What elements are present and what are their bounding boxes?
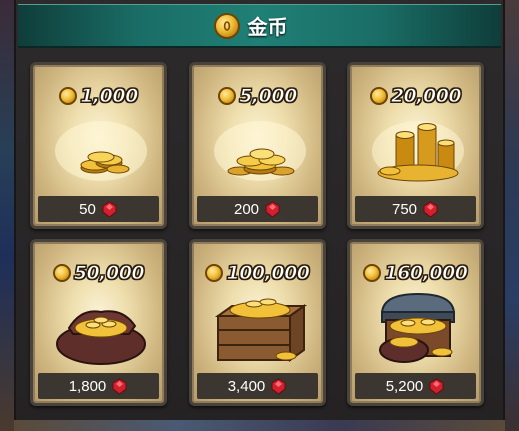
ruby-icon: [271, 377, 286, 395]
pack-amount-text: 1,000: [80, 85, 139, 108]
background-bottom: [14, 420, 505, 431]
pack-amount: 20,000: [350, 85, 481, 108]
pack-amount-text: 100,000: [226, 262, 311, 285]
ruby-icon: [265, 200, 280, 218]
price-text: 5,200: [385, 377, 424, 395]
coin-pack-1000[interactable]: 1,000 50: [30, 62, 167, 229]
coin-pack-160000[interactable]: 160,000 5,200: [347, 239, 484, 406]
pack-amount: 5,000: [192, 85, 323, 108]
coin-crate-icon: [210, 290, 308, 366]
pack-amount-text: 5,000: [239, 85, 298, 108]
gold-coin-icon: [205, 264, 224, 282]
pack-amount-text: 50,000: [73, 262, 145, 285]
price-text: 50: [79, 200, 96, 218]
price-text: 1,800: [68, 377, 107, 395]
gold-coin-icon: [59, 87, 78, 105]
price-text: 750: [391, 200, 418, 218]
coin-sack-icon: [51, 290, 146, 366]
ruby-icon: [423, 200, 438, 218]
gold-coin-icon: [218, 87, 237, 105]
shop-header: 金币: [18, 4, 501, 48]
small-coin-stack-icon: [51, 113, 147, 189]
price-button[interactable]: 1,800: [38, 373, 159, 399]
pack-amount: 160,000: [350, 262, 481, 285]
price-button[interactable]: 3,400: [197, 373, 318, 399]
page-title: 金币: [247, 15, 288, 39]
coin-pile-icon: [210, 113, 306, 189]
ruby-icon: [429, 377, 444, 395]
gold-coin-icon: [369, 87, 388, 105]
price-button[interactable]: 5,200: [355, 373, 476, 399]
treasure-chest-icon: [368, 290, 463, 366]
pack-amount: 1,000: [33, 85, 164, 108]
ruby-icon: [102, 200, 117, 218]
gold-coin-icon: [363, 264, 382, 282]
price-text: 3,400: [227, 377, 266, 395]
coin-pack-100000[interactable]: 100,000 3,400: [189, 239, 326, 406]
price-button[interactable]: 50: [38, 196, 159, 222]
pack-amount: 50,000: [33, 262, 164, 285]
coin-pack-50000[interactable]: 50,000 1,800: [30, 239, 167, 406]
gold-coin-icon: [213, 12, 240, 39]
pack-amount-text: 20,000: [390, 85, 462, 108]
pack-amount-text: 160,000: [384, 262, 469, 285]
coin-pack-5000[interactable]: 5,000 200: [189, 62, 326, 229]
coin-pack-20000[interactable]: 20,000 750: [347, 62, 484, 229]
gold-coin-icon: [52, 264, 71, 282]
price-button[interactable]: 750: [355, 196, 476, 222]
pack-amount: 100,000: [192, 262, 323, 285]
price-text: 200: [233, 200, 260, 218]
price-button[interactable]: 200: [197, 196, 318, 222]
ruby-icon: [112, 377, 127, 395]
coin-stacks-icon: [368, 113, 464, 189]
